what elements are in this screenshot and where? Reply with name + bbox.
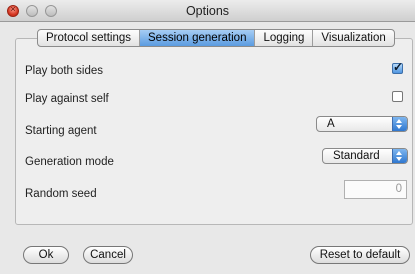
checkmark-icon: ✓ [393, 60, 404, 74]
play-against-self-label: Play against self [25, 93, 109, 105]
random-seed-input[interactable]: 0 [344, 180, 407, 199]
tab-session-generation[interactable]: Session generation [140, 30, 256, 46]
play-against-self-checkbox[interactable] [392, 91, 403, 102]
cancel-button[interactable]: Cancel [83, 246, 133, 264]
ok-button[interactable]: Ok [23, 246, 69, 264]
random-seed-value: 0 [395, 183, 402, 195]
starting-agent-label: Starting agent [25, 125, 97, 137]
tab-protocol-settings[interactable]: Protocol settings [38, 30, 141, 46]
window-title: Options [185, 4, 230, 18]
stepper-arrows-icon [392, 149, 407, 163]
stepper-arrows-icon [392, 117, 407, 131]
generation-mode-select[interactable]: Standard [322, 148, 408, 164]
starting-agent-value: A [327, 118, 335, 130]
generation-mode-label: Generation mode [25, 156, 114, 168]
random-seed-label: Random seed [25, 188, 97, 200]
reset-to-default-button[interactable]: Reset to default [310, 246, 410, 264]
tab-bar: Protocol settings Session generation Log… [37, 29, 395, 47]
play-both-sides-checkbox[interactable]: ✓ [392, 60, 404, 74]
play-both-sides-label: Play both sides [25, 65, 103, 77]
generation-mode-value: Standard [333, 150, 380, 162]
starting-agent-select[interactable]: A [316, 116, 408, 132]
tab-logging[interactable]: Logging [255, 30, 314, 46]
options-window: × Options Protocol settings Session gene… [0, 0, 415, 274]
title-bar[interactable]: × Options [0, 0, 415, 22]
tab-visualization[interactable]: Visualization [313, 30, 393, 46]
